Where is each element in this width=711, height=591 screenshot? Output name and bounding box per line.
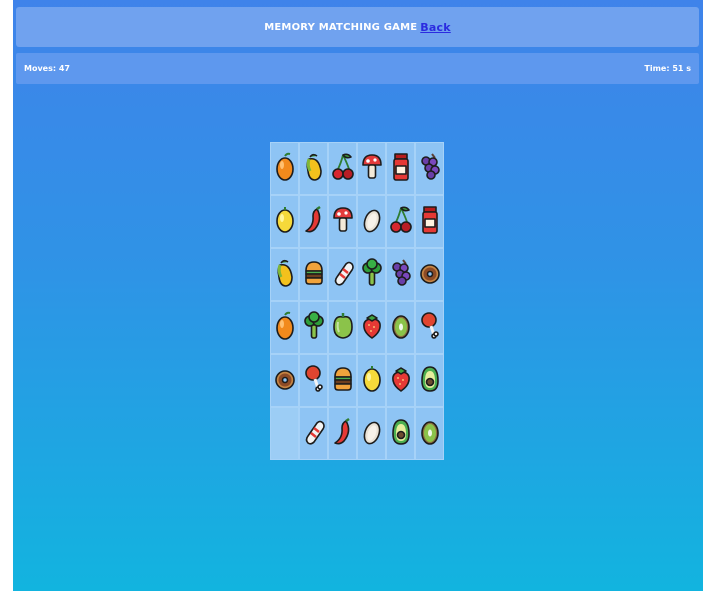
mango-icon: [304, 153, 324, 185]
grapes-icon: [420, 152, 440, 185]
card[interactable]: [328, 407, 357, 460]
empty-slot[interactable]: [270, 407, 299, 460]
broccoli-icon: [303, 310, 324, 344]
card[interactable]: [328, 195, 357, 248]
card[interactable]: [415, 142, 444, 195]
card[interactable]: [270, 354, 299, 407]
strawberry-icon: [391, 365, 411, 397]
card[interactable]: [415, 248, 444, 301]
pepper-icon: [332, 312, 353, 344]
card[interactable]: [415, 407, 444, 460]
card[interactable]: [328, 248, 357, 301]
kiwi-icon: [391, 312, 411, 344]
grapes-icon: [391, 258, 411, 291]
sausage-icon: [333, 259, 354, 291]
card[interactable]: [299, 195, 328, 248]
chili-icon: [304, 205, 324, 238]
chili-icon: [333, 417, 353, 450]
card[interactable]: [386, 248, 415, 301]
card[interactable]: [299, 301, 328, 354]
card[interactable]: [270, 301, 299, 354]
card-grid: [270, 142, 444, 460]
coconut-icon: [362, 418, 382, 450]
burger-icon: [304, 259, 324, 291]
mushroom-icon: [332, 206, 353, 238]
card[interactable]: [357, 248, 386, 301]
lemon-icon: [275, 206, 295, 238]
card[interactable]: [357, 301, 386, 354]
stats-bar: Moves: 47 Time: 51 s: [16, 53, 699, 84]
card[interactable]: [299, 407, 328, 460]
donut-icon: [274, 365, 295, 397]
donut-icon: [419, 259, 440, 291]
drumstick-icon: [420, 311, 440, 344]
card[interactable]: [299, 354, 328, 407]
card[interactable]: [328, 301, 357, 354]
mushroom-icon: [361, 153, 382, 185]
card[interactable]: [299, 142, 328, 195]
orange-icon: [275, 311, 295, 344]
card[interactable]: [357, 195, 386, 248]
card[interactable]: [386, 301, 415, 354]
kiwi-icon: [420, 418, 440, 450]
title-bar: MEMORY MATCHING GAME Back: [16, 7, 699, 47]
timer: Time: 51 s: [644, 64, 691, 73]
lemon-icon: [362, 365, 382, 397]
card[interactable]: [386, 354, 415, 407]
card[interactable]: [328, 354, 357, 407]
avocado-icon: [391, 418, 411, 450]
card[interactable]: [386, 142, 415, 195]
card[interactable]: [415, 301, 444, 354]
card[interactable]: [270, 195, 299, 248]
card[interactable]: [415, 354, 444, 407]
moves-counter: Moves: 47: [24, 64, 70, 73]
card[interactable]: [415, 195, 444, 248]
game-screen: MEMORY MATCHING GAME Back Moves: 47 Time…: [13, 0, 703, 591]
back-link[interactable]: Back: [420, 21, 450, 34]
burger-icon: [333, 365, 353, 397]
sausage-icon: [304, 418, 325, 450]
jam-jar-icon: [391, 152, 411, 185]
coconut-icon: [362, 206, 382, 238]
cherry-icon: [331, 153, 354, 185]
card[interactable]: [299, 248, 328, 301]
card[interactable]: [386, 407, 415, 460]
cherry-icon: [389, 206, 412, 238]
broccoli-icon: [361, 257, 382, 291]
card[interactable]: [270, 248, 299, 301]
mango-icon: [275, 259, 295, 291]
card[interactable]: [357, 407, 386, 460]
card[interactable]: [328, 142, 357, 195]
drumstick-icon: [304, 364, 324, 397]
orange-icon: [275, 152, 295, 185]
jam-jar-icon: [420, 205, 440, 238]
card[interactable]: [270, 142, 299, 195]
game-title: MEMORY MATCHING GAME: [264, 21, 418, 33]
card[interactable]: [386, 195, 415, 248]
avocado-icon: [420, 365, 440, 397]
card[interactable]: [357, 142, 386, 195]
strawberry-icon: [362, 312, 382, 344]
card[interactable]: [357, 354, 386, 407]
